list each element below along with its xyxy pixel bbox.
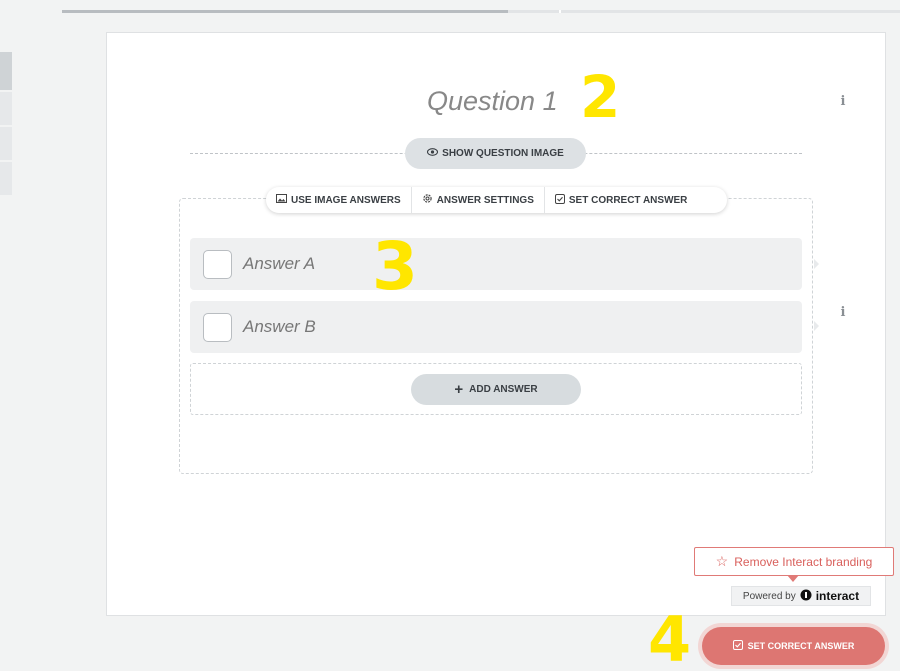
toolbar-set-correct-answer-label: SET CORRECT ANSWER [568,194,688,206]
answer-label[interactable]: Answer A [243,254,315,274]
annotation-3: 3 [372,228,418,305]
left-nav-stubs [0,52,12,197]
progress-divider [559,10,561,13]
question-title[interactable]: Question 1 [427,86,558,117]
toolbar-set-correct-answer-button[interactable]: SET CORRECT ANSWER [543,187,698,213]
annotation-2: 2 [580,63,621,131]
show-question-image-button[interactable]: SHOW QUESTION IMAGE [405,138,586,169]
info-icon[interactable]: i [837,306,849,320]
answer-checkbox[interactable] [203,249,232,279]
progress-bar [62,10,900,13]
info-icon[interactable]: i [837,95,849,109]
interact-logo-icon [800,589,812,604]
show-question-image-label: SHOW QUESTION IMAGE [442,148,564,159]
checkbox-icon [554,193,565,207]
left-nav-item[interactable] [0,127,12,160]
answer-label[interactable]: Answer B [243,317,316,337]
remove-branding-button[interactable]: ☆ Remove Interact branding [694,547,894,582]
set-correct-answer-label: SET CORRECT ANSWER [747,641,855,651]
left-nav-item[interactable] [0,92,12,125]
answer-toolbar: USE IMAGE ANSWERS ANSWER SETTINGS SET CO… [266,187,727,213]
answer-row-b[interactable]: Answer B [190,301,802,353]
eye-icon [427,148,439,159]
use-image-answers-button[interactable]: USE IMAGE ANSWERS [266,187,411,213]
left-nav-item[interactable] [0,162,12,195]
answer-row-a[interactable]: Answer A [190,238,802,290]
add-answer-label: ADD ANSWER [469,384,538,395]
plus-icon: + [454,381,464,398]
remove-branding-label: Remove Interact branding [734,554,873,569]
gear-icon [422,193,433,207]
row-arrow-icon [814,321,819,331]
checkbox-icon [732,640,743,652]
progress-fill [62,10,508,13]
set-correct-answer-button[interactable]: SET CORRECT ANSWER [702,627,885,665]
answer-checkbox[interactable] [203,312,232,342]
row-arrow-icon [814,259,819,269]
powered-by-badge[interactable]: Powered by interact [731,586,871,606]
use-image-answers-label: USE IMAGE ANSWERS [291,194,401,206]
brand-name: interact [815,589,860,603]
add-answer-button[interactable]: + ADD ANSWER [411,374,581,405]
powered-by-label: Powered by [742,590,796,602]
answer-settings-label: ANSWER SETTINGS [436,194,534,206]
annotation-4: 4 [648,603,692,671]
answer-settings-button[interactable]: ANSWER SETTINGS [410,187,544,213]
star-icon: ☆ [715,553,729,569]
left-nav-item[interactable] [0,52,12,90]
image-icon [276,194,287,206]
